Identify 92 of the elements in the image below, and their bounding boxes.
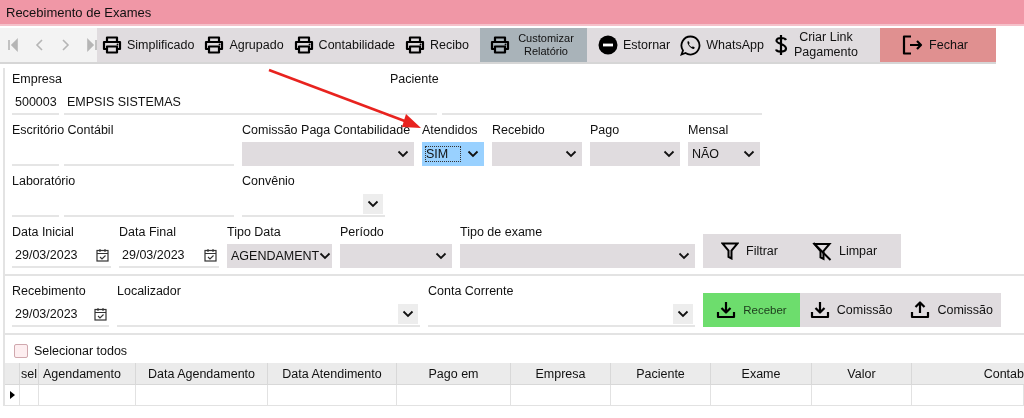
filter-button[interactable]: Filtrar: [703, 234, 794, 268]
table-cell: [20, 385, 39, 406]
field-label: Data Final: [119, 224, 177, 241]
toolbar-button[interactable]: Agrupado: [199, 28, 289, 62]
calendar-icon[interactable]: [204, 248, 217, 262]
chevron-icon: [397, 150, 409, 158]
column-header[interactable]: Paciente: [611, 363, 711, 385]
field-label: Conta Corrente: [428, 283, 515, 300]
toolbar-button[interactable]: Recibo: [400, 28, 474, 62]
column-header[interactable]: Agendamento: [39, 363, 136, 385]
dropdown[interactable]: [590, 142, 680, 166]
toolbar-button[interactable]: Simplificado: [97, 28, 200, 62]
column-header[interactable]: Data Atendimento: [268, 363, 397, 385]
toolbar-button[interactable]: Criar Link Pagamento: [768, 28, 864, 62]
field-label: Paciente: [390, 71, 440, 88]
chevron-icon: [435, 252, 447, 260]
exit-icon: [902, 35, 925, 55]
filter-off-icon: [811, 241, 832, 261]
chevron-icon: [565, 150, 577, 158]
column-header[interactable]: Data Agendamento: [136, 363, 268, 385]
chevron-icon: [743, 150, 755, 158]
printer-icon: [102, 36, 122, 54]
field-label: Tipo de exame: [460, 224, 544, 241]
download-icon: [716, 301, 737, 319]
field-label: Recebido: [492, 122, 546, 139]
chevron-icon: [398, 304, 418, 324]
download-icon: [809, 301, 830, 319]
field-label: Comissão Paga Contabilidade: [242, 122, 412, 139]
field-label: Mensal: [688, 122, 730, 139]
window-title: Recebimento de Exames: [6, 4, 152, 20]
column-header[interactable]: Exame: [711, 363, 812, 385]
chevron-icon: [678, 252, 690, 260]
column-header[interactable]: Empresa: [511, 363, 611, 385]
dropdown[interactable]: SIM: [422, 142, 484, 166]
checkbox-label[interactable]: Selecionar todos: [34, 344, 128, 358]
printer-icon: [490, 36, 510, 54]
chat-icon: [680, 34, 702, 56]
input-field[interactable]: 500003: [12, 91, 59, 115]
minus-circle-icon: [598, 35, 618, 55]
dollar-icon: [773, 34, 788, 56]
printer-icon: [204, 36, 225, 54]
dropdown[interactable]: [242, 193, 385, 217]
filter-button[interactable]: Limpar: [793, 234, 894, 268]
field-label: Pago: [590, 122, 621, 139]
chevron-icon: [363, 194, 383, 214]
column-header[interactable]: sel: [20, 363, 39, 385]
column-header[interactable]: Contab: [912, 363, 1024, 385]
calendar-icon[interactable]: [96, 248, 109, 262]
dropdown[interactable]: NÃO: [688, 142, 760, 166]
dropdown[interactable]: AGENDAMENT: [227, 244, 332, 268]
toolbar-button[interactable]: Contabilidade: [288, 28, 401, 62]
chevron-icon: [673, 304, 693, 324]
toolbar-button[interactable]: WhatsApp: [675, 28, 769, 62]
row-indicator-icon: [9, 391, 15, 399]
dropdown[interactable]: [117, 303, 420, 327]
column-header[interactable]: Valor: [812, 363, 912, 385]
field-label: Laboratório: [12, 173, 77, 190]
dropdown[interactable]: [340, 244, 452, 268]
action-button[interactable]: Comissão: [799, 293, 901, 327]
dropdown[interactable]: [242, 142, 414, 166]
toolbar-button[interactable]: Fechar: [880, 28, 996, 62]
field-label: Recebimento: [12, 283, 87, 300]
field-label: Localizador: [117, 283, 182, 300]
field-label: Data Inicial: [12, 224, 75, 241]
printer-icon: [293, 36, 314, 54]
chevron-icon: [319, 252, 332, 260]
field-label: Escritório Contábil: [12, 122, 115, 139]
dropdown[interactable]: [428, 303, 695, 327]
action-button[interactable]: Receber: [703, 293, 800, 327]
column-header[interactable]: Pago em: [397, 363, 511, 385]
checkbox[interactable]: [14, 344, 28, 358]
filter-icon: [721, 242, 739, 260]
input-field[interactable]: EMPSIS SISTEMAS: [64, 91, 382, 115]
upload-icon: [910, 301, 931, 319]
dropdown[interactable]: [460, 244, 695, 268]
row-indicator-cell[interactable]: [5, 385, 20, 406]
date-field[interactable]: 29/03/2023: [12, 244, 111, 268]
date-field[interactable]: 29/03/2023: [119, 244, 219, 268]
date-field[interactable]: 29/03/2023: [12, 303, 109, 327]
calendar-icon[interactable]: [94, 307, 107, 321]
field-label: Convênio: [242, 173, 296, 190]
field-label: Atendidos: [422, 122, 479, 139]
dropdown[interactable]: [492, 142, 582, 166]
toolbar-button[interactable]: Estornar: [593, 28, 676, 62]
field-label: Período: [340, 224, 385, 241]
chevron-icon: [467, 150, 479, 158]
field-label: Empresa: [12, 71, 64, 88]
field-label: Tipo Data: [227, 224, 282, 241]
chevron-icon: [663, 150, 675, 158]
action-button[interactable]: Comissão: [900, 293, 1001, 327]
toolbar-button[interactable]: Customizar Relatório: [480, 28, 587, 62]
printer-icon: [405, 36, 426, 54]
